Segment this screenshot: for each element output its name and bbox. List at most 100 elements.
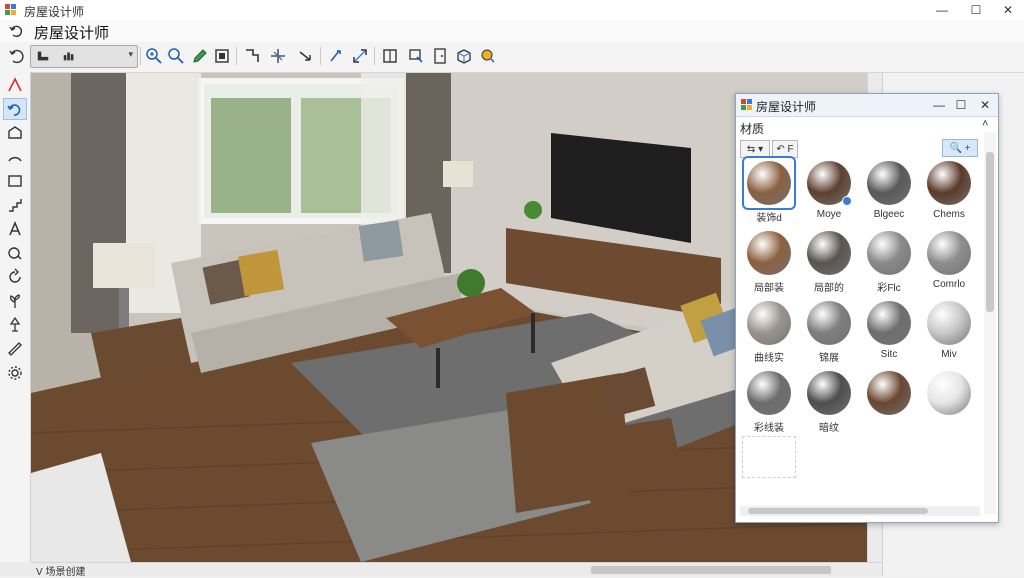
material-label: Miv (941, 349, 957, 360)
zoom-in-icon[interactable] (144, 46, 164, 66)
scrollbar-thumb[interactable] (591, 566, 831, 574)
camera-tool-icon[interactable] (3, 242, 27, 264)
minimize-button[interactable]: — (924, 0, 960, 20)
material-tile[interactable]: 局部的 (802, 228, 856, 296)
material-tile[interactable]: Chems (922, 158, 976, 226)
room-tool-icon[interactable] (3, 122, 27, 144)
close-button[interactable]: ✕ (990, 0, 1024, 20)
material-tile[interactable] (922, 368, 976, 436)
floor-plan-icon (33, 48, 53, 64)
material-sphere (927, 371, 971, 415)
app-header: 房屋设计师 (0, 20, 1024, 42)
material-tool-icon[interactable] (478, 46, 498, 66)
material-tile[interactable]: 彩线装 (742, 368, 796, 436)
material-swatch (924, 298, 974, 348)
material-swatch (744, 158, 794, 208)
material-sphere (747, 231, 791, 275)
panel-minimize-button[interactable]: — (928, 94, 950, 116)
arc-tool-icon[interactable] (3, 146, 27, 168)
viewport-horizontal-scrollbar[interactable] (31, 562, 881, 577)
material-swatch (924, 228, 974, 278)
pencil-icon[interactable] (190, 46, 210, 66)
frame-icon[interactable] (380, 46, 400, 66)
material-tile[interactable]: Sitc (862, 298, 916, 366)
material-tile[interactable]: Blgeec (862, 158, 916, 226)
chevron-up-icon[interactable]: ˄ (982, 118, 988, 130)
resize-icon[interactable] (350, 46, 370, 66)
undo-arc-icon[interactable] (3, 98, 27, 120)
filter-button[interactable]: ↶ F (772, 140, 798, 158)
material-swatch (864, 158, 914, 208)
panel-title: 房屋设计师 (756, 100, 817, 114)
rect-tool-icon[interactable] (3, 170, 27, 192)
plant-tool-icon[interactable] (3, 290, 27, 312)
view-mode-select[interactable]: ▾ (30, 45, 138, 68)
material-label: Blgeec (873, 209, 905, 220)
wall-tool-icon[interactable] (242, 46, 262, 66)
material-sphere (747, 161, 791, 205)
stair-tool-icon[interactable] (3, 194, 27, 216)
material-label: Chems (933, 209, 965, 220)
arrow-tool-icon[interactable] (296, 46, 316, 66)
material-tile[interactable]: Miv (922, 298, 976, 366)
material-label: 彩线装 (754, 423, 784, 434)
material-tile[interactable]: 曲线实 (742, 298, 796, 366)
material-swatch (744, 228, 794, 278)
window-title: 房屋设计师 (24, 5, 85, 19)
material-label: 装饰d (756, 213, 782, 224)
material-tile[interactable] (862, 368, 916, 436)
materials-section-label: 材质 (740, 122, 765, 136)
panel-vertical-scrollbar[interactable] (984, 132, 996, 514)
maximize-button[interactable]: ☐ (958, 0, 994, 20)
material-tile[interactable]: 锦展 (802, 298, 856, 366)
toolbar-divider (320, 47, 321, 65)
material-tile[interactable]: 局部装 (742, 228, 796, 296)
material-tile[interactable]: 装饰d (742, 158, 796, 226)
material-sphere (747, 301, 791, 345)
line-tool-icon[interactable] (3, 74, 27, 96)
settings-icon[interactable] (3, 362, 27, 384)
toolbar-divider (236, 47, 237, 65)
materials-panel: 房屋设计师 — ☐ ✕ 材质 ˄ ⇆ ▾ ↶ F 🔍 + 装饰d Moye Blge… (735, 93, 999, 523)
material-tile[interactable]: 彩Flc (862, 228, 916, 296)
panel-maximize-button[interactable]: ☐ (950, 94, 972, 116)
chart-icon (59, 48, 79, 64)
door-icon[interactable] (430, 46, 450, 66)
material-swatch (924, 158, 974, 208)
material-sphere (807, 371, 851, 415)
material-sphere (867, 231, 911, 275)
dimension-icon[interactable] (268, 46, 288, 66)
material-sphere (807, 231, 851, 275)
scrollbar-thumb[interactable] (986, 152, 994, 312)
info-badge (842, 196, 852, 206)
material-sphere (927, 161, 971, 205)
panel-title-bar: 房屋设计师 — ☐ ✕ (736, 94, 998, 117)
rotate-left-icon[interactable] (6, 46, 26, 66)
zoom-out-icon[interactable] (166, 46, 186, 66)
rotate-tool-icon[interactable] (3, 266, 27, 288)
material-swatch (804, 228, 854, 278)
material-sphere (867, 371, 911, 415)
scrollbar-thumb[interactable] (748, 508, 928, 514)
undo-icon[interactable] (8, 23, 24, 39)
material-tile[interactable]: Moye (802, 158, 856, 226)
material-sphere (807, 301, 851, 345)
search-add-button[interactable]: 🔍 + (942, 139, 978, 157)
material-swatch (864, 228, 914, 278)
select-icon[interactable] (406, 46, 426, 66)
material-tile[interactable]: 暗纹 (802, 368, 856, 436)
status-corner (0, 562, 31, 576)
measure-tool-icon[interactable] (3, 338, 27, 360)
lamp-tool-icon[interactable] (3, 314, 27, 336)
material-sphere (927, 301, 971, 345)
text-tool-icon[interactable] (3, 218, 27, 240)
furniture-icon[interactable] (454, 46, 474, 66)
material-swatch (804, 368, 854, 418)
filter-dropdown[interactable]: ⇆ ▾ (740, 140, 770, 158)
panel-close-button[interactable]: ✕ (974, 94, 996, 116)
app-title: 房屋设计师 (34, 25, 110, 42)
material-tile[interactable]: Comrlo (922, 228, 976, 296)
edit-icon[interactable] (326, 46, 346, 66)
panel-horizontal-scrollbar[interactable] (740, 506, 980, 516)
window-icon[interactable] (212, 46, 232, 66)
